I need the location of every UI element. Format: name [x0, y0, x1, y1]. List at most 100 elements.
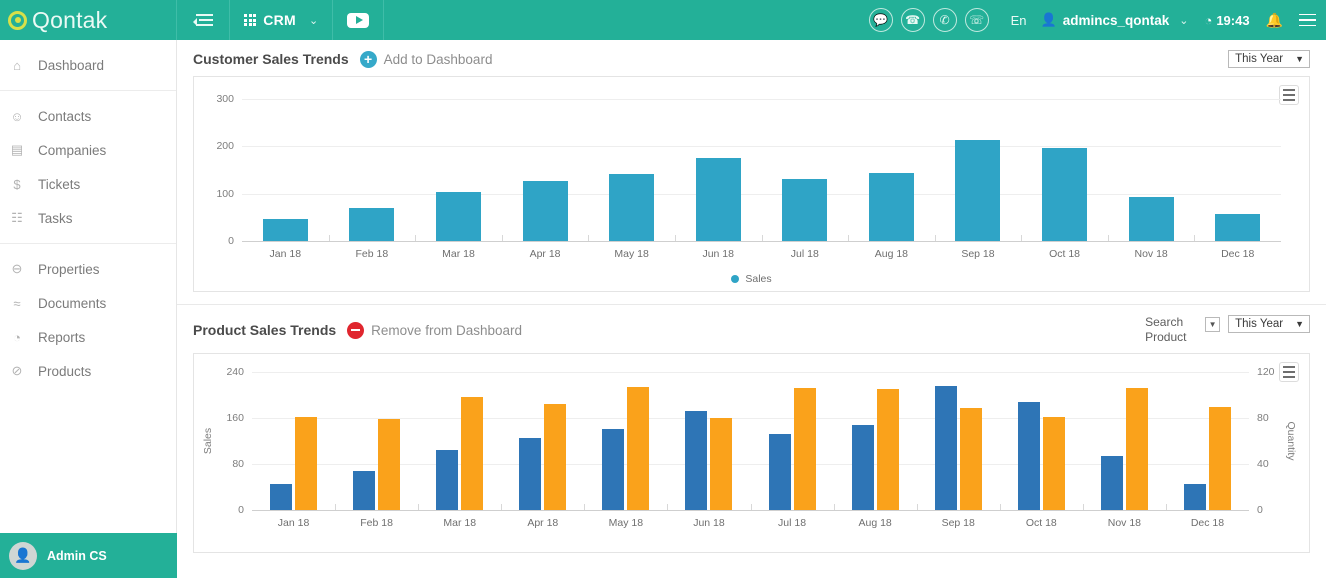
- sidebar-group-main: ⌂ Dashboard: [0, 40, 176, 90]
- tickets-icon: $: [13, 176, 21, 192]
- contacts-icon: ☺: [10, 108, 24, 124]
- products-icon: ⊘: [11, 363, 23, 378]
- search-product-label-line2: Product: [1145, 330, 1187, 344]
- add-to-dashboard-button[interactable]: + Add to Dashboard: [359, 50, 493, 68]
- y2-axis-tick-label: 40: [1257, 458, 1269, 470]
- sidebar-item-dashboard[interactable]: ⌂ Dashboard: [0, 48, 176, 82]
- sidebar-item-label: Products: [38, 363, 92, 379]
- sidebar-item-properties[interactable]: ⊖ Properties: [0, 252, 176, 286]
- collapse-menu-icon: [193, 14, 213, 26]
- sidebar-item-documents[interactable]: ≈ Documents: [0, 286, 176, 320]
- search-product-select[interactable]: ▼: [1205, 317, 1221, 332]
- chart-bar: [435, 191, 481, 241]
- qontak-logo-icon: [8, 10, 27, 30]
- chart-bar: [1183, 484, 1206, 510]
- brand-logo-area[interactable]: Qontak: [0, 0, 177, 40]
- user-menu[interactable]: 👤 admincs_qontak ⌄: [1041, 12, 1189, 28]
- app-switcher-label: CRM: [263, 12, 296, 28]
- period-select-value: This Year: [1235, 53, 1284, 65]
- sidebar-item-label: Properties: [38, 261, 100, 277]
- y-axis-tick-label: 300: [216, 93, 234, 105]
- sidebar-group-tools: ⊖ Properties ≈ Documents ◔ Reports ⊘ Pro…: [0, 244, 176, 396]
- chart-gridline: [242, 146, 1281, 148]
- period-select-customer[interactable]: This Year ▼: [1228, 50, 1310, 68]
- app-switcher-crm[interactable]: CRM ⌄: [230, 0, 334, 40]
- product-sales-trends-header: Product Sales Trends Remove from Dashboa…: [177, 305, 1326, 353]
- y2-axis-tick-label: 80: [1257, 412, 1269, 424]
- x-axis-tick-label: Oct 18: [1049, 248, 1080, 260]
- chart-bar: [710, 418, 733, 510]
- chart-bar: [1017, 401, 1040, 510]
- sidebar-item-tasks[interactable]: ☷ Tasks: [0, 201, 176, 235]
- collapse-sidebar-button[interactable]: [177, 0, 230, 40]
- x-axis-tick-label: Dec 18: [1190, 517, 1225, 529]
- chart-bar: [544, 404, 567, 510]
- sidebar-item-tickets[interactable]: $ Tickets: [0, 167, 176, 201]
- x-axis-tick-label: Mar 18: [443, 517, 477, 529]
- chart-bar: [522, 181, 568, 241]
- x-axis-tick-label: Jan 18: [269, 248, 302, 260]
- product-chart-controls: Search Product ▼ This Year ▼: [1145, 315, 1310, 345]
- customer-sales-chart: 0 100 200 300 Jan 18 Feb 18 Mar 18 Apr 18 May 18…: [194, 77, 1309, 291]
- chart-gridline: [252, 372, 1249, 373]
- minus-circle-icon: [347, 321, 365, 339]
- x-axis-tick-label: Dec 18: [1221, 248, 1255, 260]
- chart-bar: [627, 386, 650, 510]
- chart-bar: [768, 433, 791, 510]
- customer-sales-chart-card: 0 100 200 300 Jan 18 Feb 18 Mar 18 Apr 18 May 18…: [193, 76, 1310, 292]
- topbar-right-actions: 💬 ☎ ✆ ☏ En 👤 admincs_qontak ⌄ ◔ 19:43 🔔: [865, 8, 1326, 32]
- chart-bar: [609, 174, 655, 241]
- youtube-tutorial-button[interactable]: [333, 0, 385, 40]
- chart-bar: [876, 389, 899, 510]
- documents-icon: ≈: [13, 295, 21, 311]
- chart-gridline: [242, 193, 1281, 195]
- reports-icon: ◔: [13, 329, 21, 345]
- x-axis-tick-label: Jun 18: [702, 248, 734, 260]
- legend-label: Sales: [745, 273, 772, 285]
- sidebar-item-products[interactable]: ⊘ Products: [0, 354, 176, 388]
- search-product-label-line1: Search: [1145, 315, 1184, 329]
- chart-bar: [262, 218, 308, 241]
- call-log-icon[interactable]: ✆: [932, 8, 957, 32]
- main-content: Customer Sales Trends + Add to Dashboard…: [177, 40, 1326, 578]
- incoming-call-icon[interactable]: ☏: [964, 8, 989, 32]
- chart-bar: [602, 428, 625, 510]
- customer-sales-trends-header: Customer Sales Trends + Add to Dashboard…: [177, 40, 1326, 76]
- legend-color-swatch: [731, 275, 740, 283]
- y2-axis-tick-label: 0: [1257, 504, 1263, 516]
- x-axis-tick-label: Oct 18: [1025, 517, 1057, 529]
- main-menu-button[interactable]: [1299, 13, 1316, 27]
- brand-name: Qontak: [32, 6, 108, 33]
- chart-legend-customer: Sales: [194, 273, 1309, 285]
- notifications-bell-icon[interactable]: 🔔: [1266, 12, 1283, 29]
- phone-icon[interactable]: ☎: [900, 8, 925, 32]
- y-axis-tick-label: 0: [228, 235, 234, 247]
- user-chevron-down-icon: ⌄: [1179, 14, 1189, 27]
- chart-bar: [695, 158, 741, 241]
- remove-from-dashboard-button[interactable]: Remove from Dashboard: [347, 321, 522, 339]
- chart-bar: [1100, 455, 1123, 510]
- x-axis-tick-label: Feb 18: [355, 248, 389, 260]
- y2-axis-title: Quantity: [1285, 421, 1297, 461]
- chart-bar: [793, 388, 816, 510]
- grid-apps-icon: [244, 13, 257, 27]
- y-axis-title: Sales: [202, 427, 214, 455]
- sidebar-item-contacts[interactable]: ☺ Contacts: [0, 99, 176, 133]
- add-to-dashboard-label: Add to Dashboard: [383, 51, 493, 67]
- sidebar-user-footer[interactable]: 👤 Admin CS: [0, 533, 177, 578]
- x-axis-tick-label: Jul 18: [790, 248, 819, 260]
- sidebar-item-companies[interactable]: ▤ Companies: [0, 133, 176, 167]
- product-sales-chart: 0 80 160 240 0 40 80 120 Sales Quantity Jan 18 Feb …: [194, 354, 1309, 552]
- x-axis-line: [252, 510, 1249, 511]
- home-icon: ⌂: [13, 57, 21, 73]
- sidebar-item-label: Contacts: [38, 108, 92, 124]
- sidebar-item-reports[interactable]: ◔ Reports: [0, 320, 176, 354]
- username-label: admincs_qontak: [1062, 12, 1170, 28]
- period-select-product[interactable]: This Year ▼: [1228, 315, 1310, 333]
- chat-icon[interactable]: 💬: [868, 8, 893, 32]
- section-title: Product Sales Trends: [193, 322, 337, 338]
- chart-bar: [353, 470, 376, 510]
- chart-bar: [851, 424, 874, 510]
- language-selector[interactable]: En: [1011, 13, 1027, 28]
- sidebar-item-label: Documents: [38, 295, 107, 311]
